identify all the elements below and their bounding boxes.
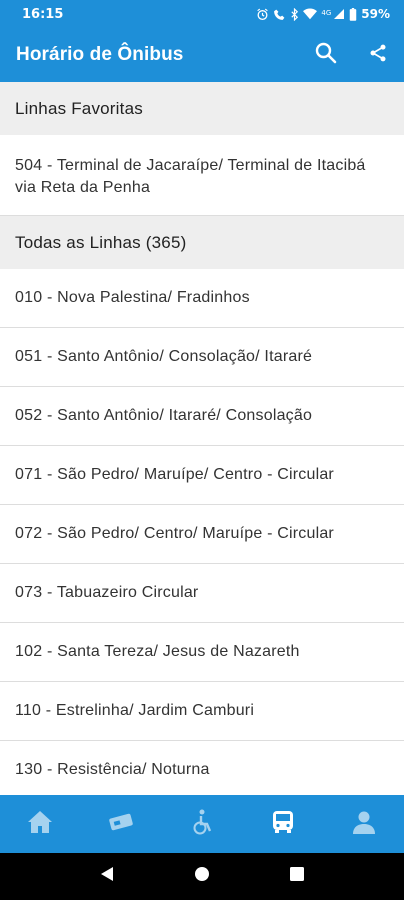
line-item[interactable]: 071 - São Pedro/ Maruípe/ Centro - Circu… bbox=[0, 446, 404, 505]
network-type: 4G bbox=[321, 9, 332, 17]
app-bar: Horário de Ônibus bbox=[0, 28, 404, 82]
nav-accessibility[interactable] bbox=[162, 795, 243, 853]
signal-icon bbox=[333, 8, 345, 20]
search-icon bbox=[314, 41, 338, 70]
status-time: 16:15 bbox=[22, 6, 64, 22]
lines-list[interactable]: Linhas Favoritas 504 - Terminal de Jacar… bbox=[0, 82, 404, 795]
nav-ticket[interactable] bbox=[81, 795, 162, 853]
line-item[interactable]: 073 - Tabuazeiro Circular bbox=[0, 564, 404, 623]
app-title: Horário de Ônibus bbox=[16, 44, 184, 65]
wifi-icon bbox=[303, 8, 318, 20]
system-recents-button[interactable] bbox=[277, 857, 317, 897]
status-icons: 4G 59% bbox=[256, 7, 390, 21]
line-item[interactable]: 072 - São Pedro/ Centro/ Maruípe - Circu… bbox=[0, 505, 404, 564]
bus-icon bbox=[272, 810, 294, 839]
nav-bus[interactable] bbox=[242, 795, 323, 853]
line-item[interactable]: 010 - Nova Palestina/ Fradinhos bbox=[0, 269, 404, 328]
line-item[interactable]: 130 - Resistência/ Noturna bbox=[0, 741, 404, 795]
wifi-calling-icon bbox=[273, 8, 286, 21]
accessibility-icon bbox=[191, 809, 213, 840]
home-circle-icon bbox=[194, 866, 210, 887]
favorite-line-item[interactable]: 504 - Terminal de Jacaraípe/ Terminal de… bbox=[0, 135, 404, 216]
system-nav-bar bbox=[0, 853, 404, 900]
line-item[interactable]: 052 - Santo Antônio/ Itararé/ Consolação bbox=[0, 387, 404, 446]
share-icon bbox=[368, 43, 388, 68]
alarm-icon bbox=[256, 8, 269, 21]
search-button[interactable] bbox=[300, 28, 352, 82]
status-bar: 16:15 4G 59% bbox=[0, 0, 404, 28]
nav-home[interactable] bbox=[0, 795, 81, 853]
line-item[interactable]: 051 - Santo Antônio/ Consolação/ Itararé bbox=[0, 328, 404, 387]
system-home-button[interactable] bbox=[182, 857, 222, 897]
all-lines-header: Todas as Linhas (365) bbox=[0, 216, 404, 269]
recents-icon bbox=[289, 867, 304, 886]
bottom-nav bbox=[0, 795, 404, 853]
bluetooth-icon bbox=[290, 7, 299, 21]
share-button[interactable] bbox=[352, 28, 404, 82]
battery-percent: 59% bbox=[361, 7, 390, 21]
home-icon bbox=[27, 810, 53, 839]
system-back-button[interactable] bbox=[87, 857, 127, 897]
profile-icon bbox=[352, 810, 376, 839]
line-item[interactable]: 102 - Santa Tereza/ Jesus de Nazareth bbox=[0, 623, 404, 682]
favorites-header: Linhas Favoritas bbox=[0, 82, 404, 135]
ticket-icon bbox=[107, 812, 135, 837]
battery-icon bbox=[349, 7, 357, 21]
back-icon bbox=[100, 866, 114, 887]
line-item[interactable]: 110 - Estrelinha/ Jardim Camburi bbox=[0, 682, 404, 741]
nav-profile[interactable] bbox=[323, 795, 404, 853]
